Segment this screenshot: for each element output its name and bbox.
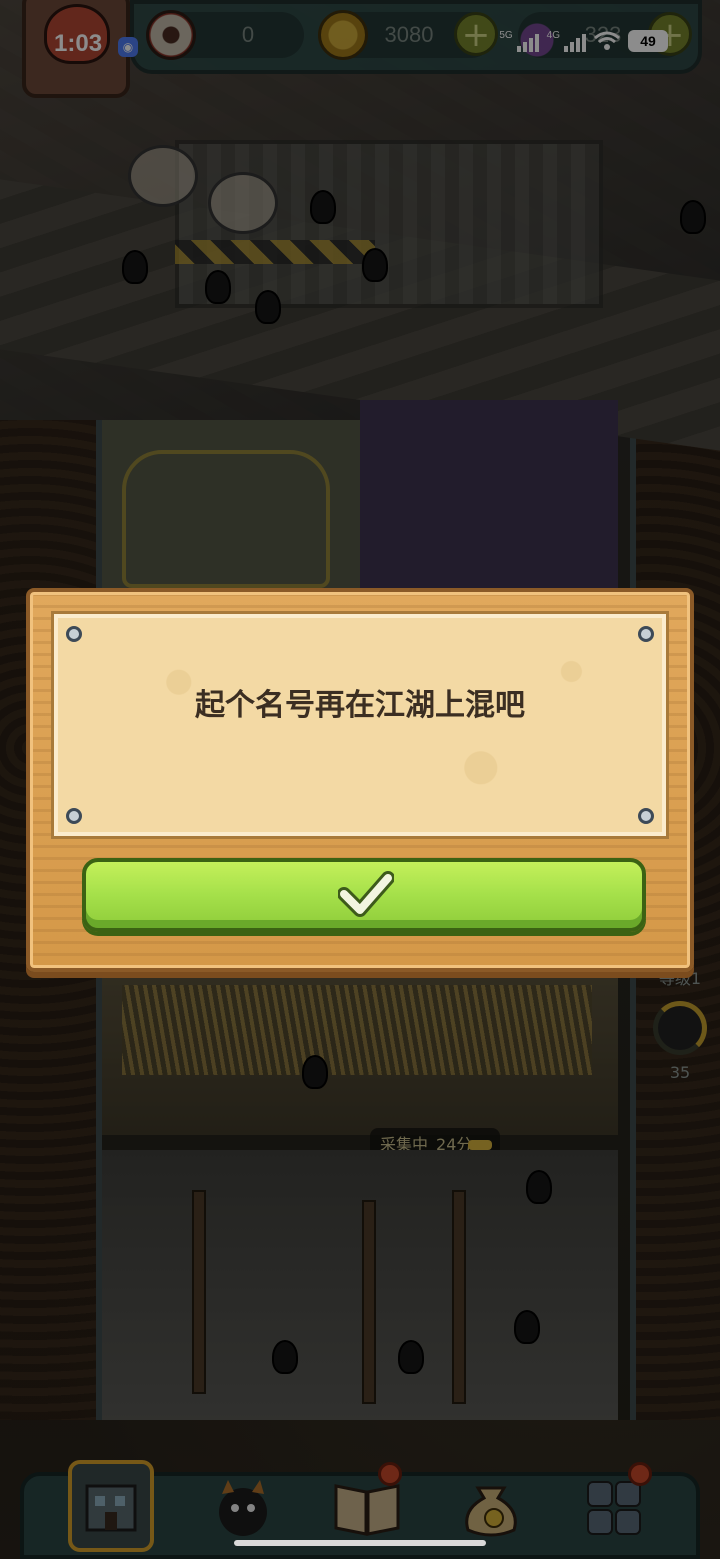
game-screen: 采集中 24分 等级1 35 0 3080 + 323 + 1:03 ◉ 5G …: [0, 0, 720, 1559]
checkmark-icon: [338, 871, 394, 917]
home-indicator[interactable]: [234, 1540, 486, 1546]
rivet-icon: [638, 808, 654, 824]
rivet-icon: [638, 626, 654, 642]
confirm-button[interactable]: [82, 858, 646, 932]
dialog-parchment: 起个名号再在江湖上混吧: [54, 614, 666, 836]
dialog-title: 起个名号再在江湖上混吧: [195, 688, 525, 723]
rivet-icon: [66, 808, 82, 824]
rivet-icon: [66, 626, 82, 642]
name-dialog: 起个名号再在江湖上混吧: [26, 588, 694, 972]
